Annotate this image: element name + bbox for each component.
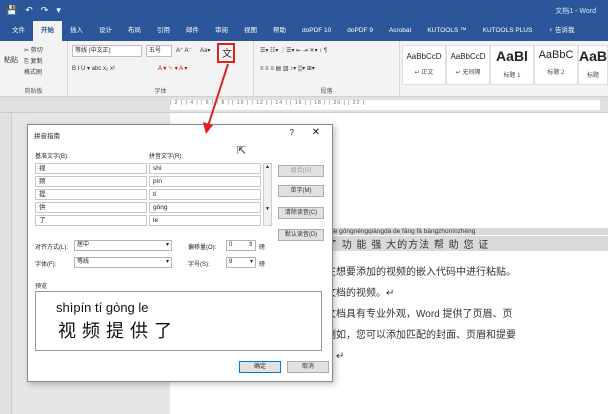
- font-name-box[interactable]: 等线 (中文正): [72, 45, 142, 57]
- size-unit: 磅: [259, 262, 266, 268]
- ruby-text-field[interactable]: tí: [149, 189, 261, 200]
- tab-acrobat[interactable]: Acrobat: [381, 21, 419, 41]
- format-painter-button[interactable]: 格式刷: [24, 67, 42, 76]
- ribbon-tabs: 文件 开始 插入 设计 布局 引用 邮件 审阅 视图 帮助 doPDF 10 d…: [0, 21, 608, 41]
- phonetic-guide-dialog: 拼音指南 ? ✕ 基准文字(B): 拼音文字(R): 视 shì 频 pín 提…: [27, 124, 333, 382]
- font-format-buttons[interactable]: B I U ▾ abc x₂ x²: [72, 65, 115, 72]
- alignment-label: 对齐方式(L):: [35, 245, 69, 251]
- tab-view[interactable]: 视图: [236, 21, 265, 41]
- grow-shrink-font-buttons[interactable]: A⁺ A⁻: [176, 47, 192, 54]
- annotation-highlight-box: [217, 43, 235, 63]
- size-select[interactable]: 9 ▾: [226, 257, 256, 268]
- style-normal[interactable]: AaBbCcD ↵ 正文: [402, 45, 446, 85]
- style-heading-1[interactable]: AaBl 标题 1: [490, 45, 534, 85]
- style-heading-2[interactable]: AaBbC 标题 2: [534, 45, 578, 85]
- save-icon[interactable]: 💾: [6, 5, 17, 16]
- font-label: 字体(F):: [35, 262, 57, 268]
- paragraph-label: 段落: [320, 89, 333, 95]
- ribbon: 粘贴 ✂ 剪切 ⎘ 复制 格式刷 剪贴板 等线 (中文正) 五号 A⁺ A⁻ A…: [0, 41, 608, 97]
- rows-scrollbar[interactable]: ▲ ▼: [263, 163, 272, 226]
- ruby-text-line: gōng le gōngnéngqiángdà de fāng fǎ bāngz…: [316, 228, 608, 235]
- offset-label: 偏移量(O):: [188, 245, 217, 251]
- stepper-icon: ⇕: [247, 242, 253, 248]
- close-icon[interactable]: ✕: [312, 127, 320, 138]
- help-icon[interactable]: ?: [290, 128, 294, 137]
- preview-pinyin: shìpín tí gòng le: [56, 300, 149, 315]
- customize-icon[interactable]: ▾: [56, 5, 61, 16]
- document-line: 以在想要添加的视频的嵌入代码中进行粘贴。: [316, 267, 516, 278]
- document-line: 供了 功 能 强 大的方法 帮 助 您 证: [316, 236, 608, 251]
- paragraph-group: ☰▾ ☷▾ ⋮☰▾ ⇤ ⇥ ✕▾ ↕ ¶ ≡ ≡ ≡ ▤ ▥ ↕▾ ▒▾ ⊞▾ …: [254, 41, 400, 97]
- tab-help[interactable]: 帮助: [265, 21, 294, 41]
- preview-pane: shìpín tí gòng le 视频提供了: [35, 291, 322, 351]
- undo-icon[interactable]: ↶: [25, 5, 33, 16]
- paste-button[interactable]: 粘贴: [4, 55, 18, 65]
- font-select[interactable]: 等线 ▾: [74, 257, 172, 268]
- redo-icon[interactable]: ↷: [41, 5, 49, 16]
- ruby-text-field[interactable]: shì: [149, 163, 261, 174]
- tab-references[interactable]: 引用: [149, 21, 178, 41]
- quick-access-toolbar: 💾 ↶ ↷ ▾: [6, 5, 61, 16]
- horizontal-ruler: | 2 | | 4 | | 6 | | 8 | | 10 | | 12 | | …: [0, 97, 608, 113]
- tab-layout[interactable]: 布局: [120, 21, 149, 41]
- copy-button[interactable]: ⎘ 复制: [24, 56, 42, 66]
- tab-mailings[interactable]: 邮件: [178, 21, 207, 41]
- offset-stepper[interactable]: 0 ⇕: [226, 240, 256, 251]
- clear-ruby-button[interactable]: 清除读音(C): [278, 207, 324, 219]
- base-text-field[interactable]: 频: [35, 176, 147, 187]
- chevron-down-icon: ▾: [249, 259, 253, 265]
- tab-review[interactable]: 审阅: [207, 21, 236, 41]
- tab-dopdf10[interactable]: doPDF 10: [294, 21, 339, 41]
- tab-design[interactable]: 设计: [91, 21, 120, 41]
- font-color-button[interactable]: A ▾ ✎ ▾ A ▾: [158, 65, 187, 72]
- mouse-cursor-icon: ⇱: [237, 145, 247, 157]
- document-line: ，例如，您可以添加匹配的封面、页眉和提要: [316, 330, 516, 341]
- dialog-title: 拼音指南: [34, 133, 60, 140]
- tab-home[interactable]: 开始: [33, 21, 62, 41]
- ruby-text-field[interactable]: pín: [149, 176, 261, 187]
- base-text-field[interactable]: 供: [35, 202, 147, 213]
- alignment-buttons[interactable]: ≡ ≡ ≡ ▤ ▥ ↕▾ ▒▾ ⊞▾: [260, 65, 315, 72]
- offset-unit: 磅: [259, 245, 266, 251]
- change-case-button[interactable]: Aa▾: [200, 47, 210, 54]
- vertical-ruler: [0, 113, 12, 414]
- cancel-button[interactable]: 取消: [287, 361, 329, 373]
- chevron-down-icon: ▾: [165, 242, 169, 248]
- ruby-text-label: 拼音文字(R):: [149, 154, 183, 160]
- base-text-label: 基准文字(B):: [35, 154, 69, 160]
- list-buttons[interactable]: ☰▾ ☷▾ ⋮☰▾ ⇤ ⇥ ✕▾ ↕ ¶: [260, 47, 327, 54]
- tab-dopdf9[interactable]: doPDF 9: [339, 21, 381, 41]
- document-line: 的文档具有专业外观，Word 提供了页眉、页: [316, 309, 513, 320]
- title-bar: 💾 ↶ ↷ ▾ 文档1 - Word: [0, 0, 608, 21]
- annotation-arrow-icon: [203, 63, 229, 134]
- preview-hanzi: 视频提供了: [58, 321, 178, 341]
- styles-group: AaBbCcD ↵ 正文 AaBbCcD ↵ 无间隔 AaBl 标题 1 AaB…: [400, 41, 608, 97]
- combine-button[interactable]: 组合(G): [278, 165, 324, 177]
- base-text-field[interactable]: 提: [35, 189, 147, 200]
- chevron-down-icon: ▾: [165, 259, 169, 265]
- tab-file[interactable]: 文件: [4, 21, 33, 41]
- tab-kutools-plus[interactable]: KUTOOLS PLUS: [475, 21, 541, 41]
- style-title[interactable]: AaBl 标题: [578, 45, 608, 85]
- tab-insert[interactable]: 插入: [62, 21, 91, 41]
- ok-button[interactable]: 确定: [239, 361, 281, 373]
- ruby-text-field[interactable]: gōng: [149, 202, 261, 213]
- font-size-box[interactable]: 五号: [146, 45, 172, 57]
- base-text-field[interactable]: 了: [35, 215, 147, 226]
- document-title: 文档1 - Word: [555, 8, 596, 15]
- clipboard-label: 剪贴板: [24, 89, 43, 95]
- style-no-spacing[interactable]: AaBbCcD ↵ 无间隔: [446, 45, 490, 85]
- clipboard-group: 粘贴 ✂ 剪切 ⎘ 复制 格式刷 剪贴板: [0, 41, 68, 97]
- alignment-select[interactable]: 居中 ▾: [74, 240, 172, 251]
- cut-button[interactable]: ✂ 剪切: [24, 45, 43, 54]
- ruby-text-field[interactable]: le: [149, 215, 261, 226]
- tab-tell-me[interactable]: ♀ 告诉我: [540, 21, 582, 41]
- single-char-button[interactable]: 单字(M): [278, 185, 324, 197]
- default-ruby-button[interactable]: 默认读音(D): [278, 229, 324, 241]
- size-label: 字号(S):: [188, 262, 210, 268]
- tab-kutools[interactable]: KUTOOLS ™: [419, 21, 474, 41]
- preview-label: 预览: [35, 284, 48, 290]
- base-text-field[interactable]: 视: [35, 163, 147, 174]
